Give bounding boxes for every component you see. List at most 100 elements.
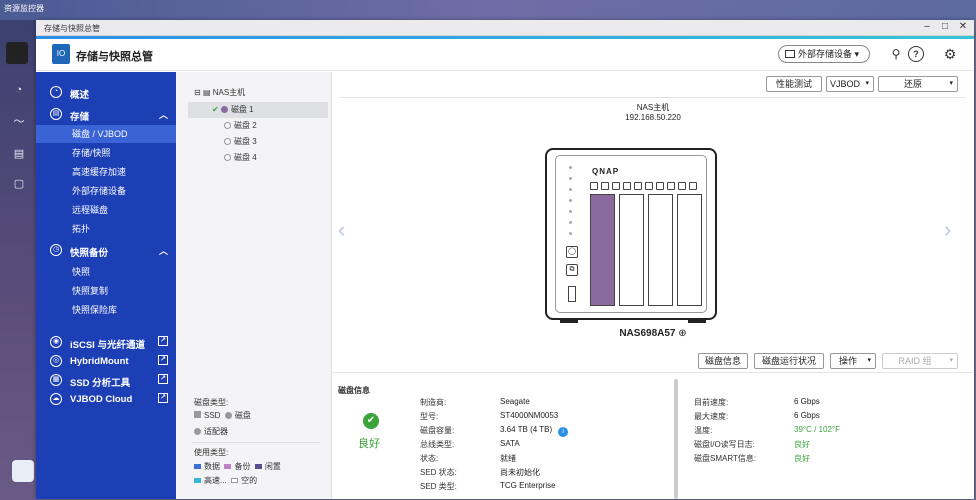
sidebar-item-cache-acceleration[interactable]: 高速缓存加速 bbox=[36, 163, 176, 181]
diagnostic-icon[interactable]: ⚲ bbox=[888, 46, 904, 62]
raid-group-label: RAID 组 bbox=[898, 356, 932, 366]
disk-type-legend: SSD 磁盘 bbox=[194, 410, 251, 421]
help-icon[interactable]: ? bbox=[908, 46, 924, 62]
tree-root[interactable]: ⊟ ▤ NAS主机 bbox=[194, 86, 245, 100]
divider bbox=[192, 442, 320, 443]
maximize-button[interactable]: □ bbox=[938, 21, 952, 32]
sidebar-link-vjbod-cloud[interactable]: ☁ VJBOD Cloud ↗ bbox=[36, 391, 176, 409]
external-storage-label: 外部存储设备 bbox=[798, 49, 853, 59]
storage-icon[interactable]: ▤ bbox=[12, 148, 26, 160]
raid-group-dropdown[interactable]: RAID 组 ▾ bbox=[882, 353, 958, 369]
performance-test-button[interactable]: 性能测试 bbox=[766, 76, 822, 92]
disk-info-button[interactable]: 磁盘信息 bbox=[698, 353, 748, 369]
chevron-up-icon[interactable]: ︿ bbox=[159, 244, 168, 257]
external-storage-button[interactable]: 外部存储设备 ▾ bbox=[778, 45, 870, 63]
chevron-down-icon: ▾ bbox=[867, 357, 871, 364]
close-button[interactable]: ✕ bbox=[956, 21, 970, 32]
chevron-left-icon[interactable]: ‹ bbox=[338, 217, 345, 243]
chevron-down-icon: ▾ bbox=[854, 49, 860, 59]
operation-label: 操作 bbox=[838, 356, 857, 366]
chevron-right-icon[interactable]: › bbox=[944, 217, 951, 243]
chart-icon[interactable]: 〜 bbox=[12, 116, 26, 128]
capacity-value: 3.64 TB (4 TB) i bbox=[500, 425, 569, 437]
info-value: 就绪 bbox=[500, 454, 516, 463]
info-icon[interactable]: i bbox=[558, 427, 569, 437]
sidebar-link-label: iSCSI 与光纤通道 bbox=[70, 340, 145, 351]
info-label: 制造商: bbox=[420, 398, 447, 407]
legend-label: SSD bbox=[204, 411, 221, 420]
sidebar-link-ssd-profiling[interactable]: ▦ SSD 分析工具 ↗ bbox=[36, 372, 176, 390]
info-label: 磁盘SMART信息: bbox=[694, 454, 757, 463]
main-pane: 性能测试 VJBOD ▾ 还原 ▾ NAS主机 192.168.50.220 ‹ ›… bbox=[332, 72, 974, 499]
disk-icon bbox=[224, 154, 231, 161]
info-value: 3.64 TB (4 TB) bbox=[500, 425, 553, 434]
scrollbar[interactable] bbox=[674, 379, 678, 499]
disk-health-button[interactable]: 磁盘运行状况 bbox=[754, 353, 824, 369]
external-link-icon: ↗ bbox=[158, 355, 168, 365]
info-value: ST4000NM0053 bbox=[500, 411, 559, 420]
tree-disk-4[interactable]: 磁盘 4 bbox=[224, 151, 257, 165]
operation-dropdown[interactable]: 操作 ▾ bbox=[830, 353, 876, 369]
status-led bbox=[569, 221, 572, 224]
nas-ip-address: 192.168.50.220 bbox=[625, 113, 681, 122]
sidebar-item-remote-disk[interactable]: 远程磁盘 bbox=[36, 201, 176, 219]
disk-bay-3[interactable] bbox=[648, 194, 673, 306]
slot-led bbox=[601, 182, 609, 190]
storage-app-icon: IO bbox=[52, 44, 70, 64]
disk-icon bbox=[220, 106, 228, 113]
window-titlebar: 存储与快照总管 – □ ✕ bbox=[36, 20, 974, 36]
sidebar-link-hybridmount[interactable]: ◎ HybridMount ↗ bbox=[36, 353, 176, 371]
desktop-topbar: 资源监控器 bbox=[0, 0, 976, 20]
tree-disk-2[interactable]: 磁盘 2 bbox=[224, 119, 257, 133]
tree-root-label: NAS主机 bbox=[212, 88, 246, 97]
sidebar-snapshot-backup[interactable]: ◷ 快照备份 ︿ bbox=[36, 242, 176, 260]
tree-disk-1[interactable]: ✔ 磁盘 1 bbox=[212, 103, 254, 117]
disk-bay-1[interactable] bbox=[590, 194, 615, 306]
vjbod-dropdown[interactable]: VJBOD ▾ bbox=[826, 76, 874, 92]
chevron-up-icon[interactable]: ︿ bbox=[159, 108, 168, 121]
dashboard-icon[interactable]: ◔ bbox=[12, 84, 26, 96]
zoom-icon[interactable]: ⊕ bbox=[678, 328, 686, 339]
gear-icon[interactable]: ⚙ bbox=[942, 46, 958, 62]
sidebar-item-snapshot-vault[interactable]: 快照保险库 bbox=[36, 301, 176, 319]
sidebar-item-topology[interactable]: 拓扑 bbox=[36, 220, 176, 238]
tree-disk-3[interactable]: 磁盘 3 bbox=[224, 135, 257, 149]
disk-icon bbox=[224, 138, 231, 145]
app-header: IO 存储与快照总管 外部存储设备 ▾ ⚲ ? ⚙ bbox=[36, 39, 974, 71]
minimize-button[interactable]: – bbox=[920, 21, 934, 32]
app-logo-icon[interactable] bbox=[6, 42, 28, 64]
restore-dropdown[interactable]: 还原 ▾ bbox=[878, 76, 958, 92]
slot-led bbox=[590, 182, 598, 190]
legend-label: 备份 bbox=[234, 462, 251, 471]
usage-type-title: 使用类型: bbox=[194, 448, 229, 457]
sidebar-storage[interactable]: ▤ 存储 ︿ bbox=[36, 106, 176, 124]
info-value: TCG Enterprise bbox=[500, 481, 556, 490]
desktop-side-dock: ◔ 〜 ▤ ▢ bbox=[0, 20, 36, 500]
nas-front-panel: QNAP ◯ ⧉ bbox=[555, 155, 707, 313]
sidebar-overview[interactable]: ◔ 概述 bbox=[36, 84, 176, 102]
chevron-down-icon: ▾ bbox=[949, 357, 953, 364]
sidebar-overview-label: 概述 bbox=[70, 90, 90, 101]
status-led bbox=[569, 166, 572, 169]
sidebar-link-iscsi[interactable]: ◉ iSCSI 与光纤通道 ↗ bbox=[36, 334, 176, 352]
sidebar-item-disks-vjbod[interactable]: 磁盘 / VJBOD bbox=[36, 125, 176, 143]
disk-bay-2[interactable] bbox=[619, 194, 644, 306]
sidebar-item-snapshot[interactable]: 快照 bbox=[36, 263, 176, 281]
check-circle-icon: ✔ bbox=[363, 413, 379, 429]
disk-info-panel: 磁盘信息 ✔ 良好 制造商: Seagate 型号: ST4000NM0053 … bbox=[332, 372, 974, 499]
data-swatch bbox=[194, 464, 201, 469]
adapter-legend: 适配器 bbox=[194, 426, 228, 437]
document-icon[interactable]: ▢ bbox=[12, 178, 26, 190]
vjbod-label: VJBOD bbox=[829, 79, 860, 89]
collapse-icon[interactable]: ⊟ bbox=[194, 88, 201, 97]
info-label: SED 状态: bbox=[420, 468, 457, 477]
slot-led bbox=[678, 182, 686, 190]
sidebar-item-external-storage[interactable]: 外部存储设备 bbox=[36, 182, 176, 200]
slot-led bbox=[645, 182, 653, 190]
tree-disk-label: 磁盘 4 bbox=[234, 153, 257, 162]
qfinder-icon[interactable] bbox=[12, 460, 34, 482]
sidebar-item-snapshot-replica[interactable]: 快照复制 bbox=[36, 282, 176, 300]
sidebar-item-storage-snapshot[interactable]: 存储/快照 bbox=[36, 144, 176, 162]
legend-label: 闲置 bbox=[264, 462, 281, 471]
disk-bay-4[interactable] bbox=[677, 194, 702, 306]
